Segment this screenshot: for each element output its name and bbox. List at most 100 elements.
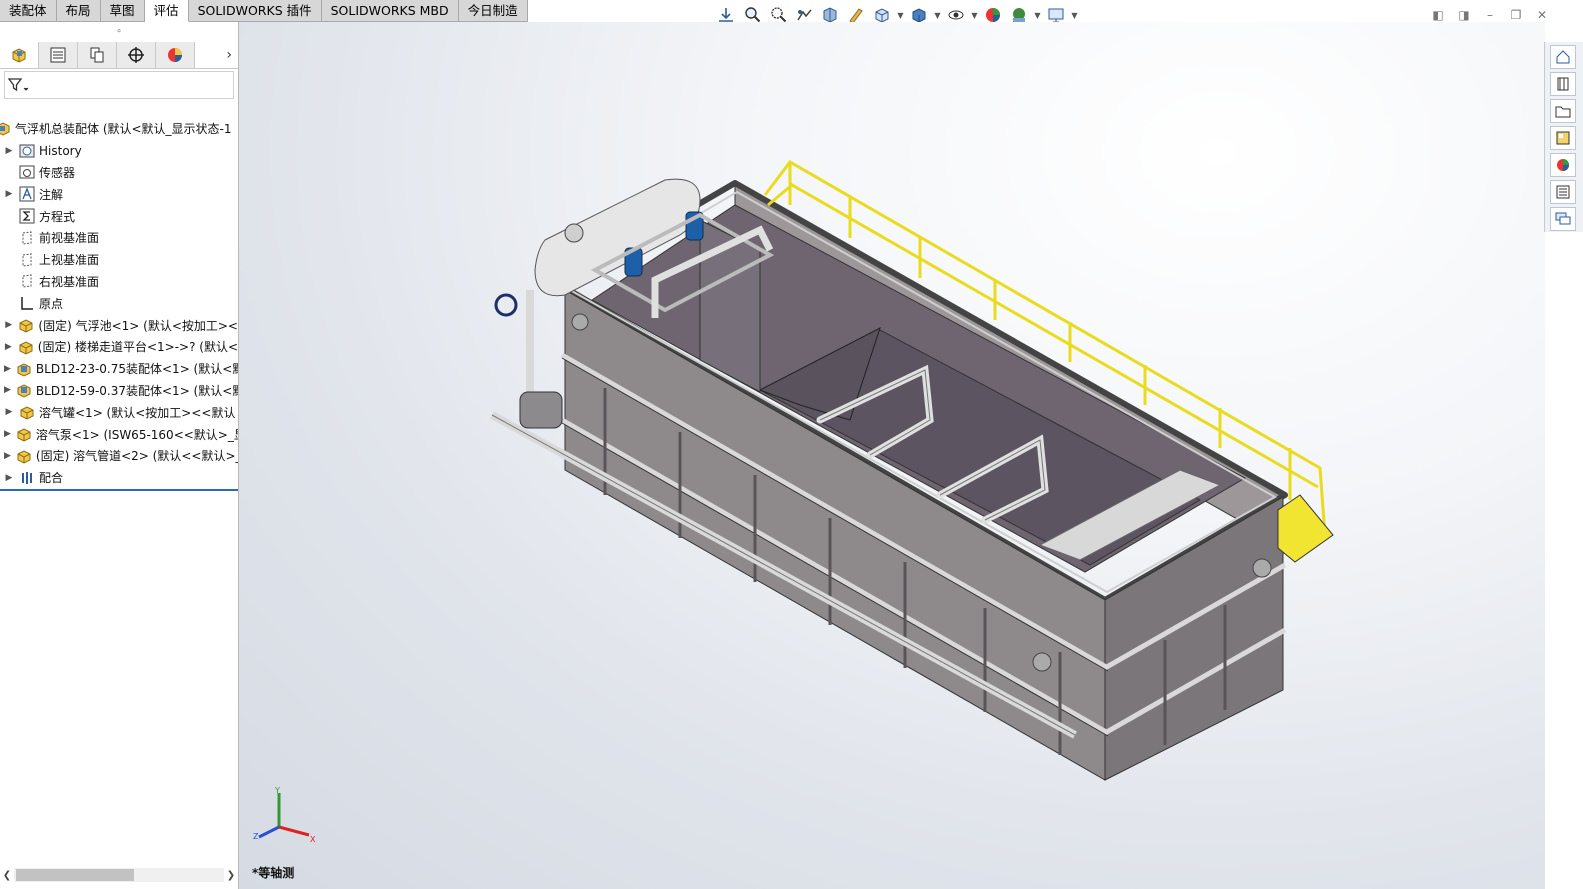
chevron-down-icon[interactable]: ▼	[970, 11, 979, 20]
task-pane	[1544, 42, 1583, 232]
coordinate-triad: Y X Z	[253, 787, 316, 844]
tree-item-label: 配合	[39, 471, 64, 486]
part-icon	[17, 338, 35, 356]
expand-arrow-icon[interactable]: ▶	[4, 451, 11, 461]
appearance-icon	[168, 48, 182, 62]
plane-icon	[18, 272, 36, 290]
tree-rollback-bar[interactable]	[0, 489, 238, 491]
tab-solidworks-addins[interactable]: SOLIDWORKS 插件	[188, 0, 322, 22]
property-manager-tab[interactable]	[39, 42, 78, 68]
tree-item[interactable]: ▶ 溶气罐<1> (默认<按加工><<默认	[0, 401, 238, 423]
assembly-icon	[15, 381, 33, 399]
file-explorer-icon[interactable]	[1550, 99, 1576, 123]
tree-item[interactable]: ▶ 溶气泵<1> (ISW65-160<<默认>_显	[0, 423, 238, 445]
scroll-track[interactable]	[14, 868, 224, 882]
tab-make-today[interactable]: 今日制造	[458, 0, 528, 22]
expand-arrow-icon[interactable]: ▶	[4, 342, 13, 352]
assembly-icon	[15, 360, 33, 378]
expand-arrow-icon[interactable]: ▶	[4, 189, 14, 199]
tree-item[interactable]: 原点	[0, 292, 238, 314]
triad-x-label: X	[310, 835, 316, 844]
graphics-area[interactable]: Y X Z *等轴测	[239, 22, 1545, 889]
chevron-left-icon[interactable]: ❮	[0, 870, 14, 881]
design-library-icon[interactable]	[1550, 72, 1576, 96]
expand-arrow-icon[interactable]: ▶	[4, 385, 11, 395]
tree-item-label: History	[39, 143, 82, 158]
tree-item[interactable]: ▶ 注解	[0, 183, 238, 205]
tree-item[interactable]: 方程式	[0, 205, 238, 227]
tab-assembly[interactable]: 装配体	[0, 0, 57, 22]
chevron-down-icon[interactable]: ▼	[933, 11, 942, 20]
scroll-thumb[interactable]	[16, 869, 134, 881]
tab-layout[interactable]: 布局	[56, 0, 101, 22]
dimxpert-manager-tab[interactable]	[117, 42, 156, 68]
expand-arrow-icon[interactable]: ▶	[4, 407, 14, 417]
tree-item[interactable]: 传感器	[0, 162, 238, 184]
tree-item[interactable]: ▶ (固定) 气浮池<1> (默认<按加工><	[0, 314, 238, 336]
flotation-machine-model[interactable]	[239, 22, 1545, 889]
tab-evaluate[interactable]: 评估	[144, 0, 189, 22]
view-orientation-label: *等轴测	[252, 866, 295, 880]
tree-item[interactable]: ▶ 配合	[0, 467, 238, 489]
forum-icon[interactable]	[1550, 207, 1576, 231]
tree-item-label: 原点	[39, 296, 64, 311]
chevron-right-icon[interactable]: ❯	[224, 870, 238, 881]
property-list-icon	[50, 47, 66, 63]
chevron-right-icon[interactable]: ›	[195, 42, 238, 68]
display-manager-tab[interactable]	[156, 42, 195, 68]
configuration-manager-tab[interactable]	[78, 42, 117, 68]
tree-item[interactable]: 右视基准面	[0, 271, 238, 293]
tree-item[interactable]: ▶ (固定) 楼梯走道平台<1>->? (默认<	[0, 336, 238, 358]
tree-item-label: 方程式	[39, 209, 76, 224]
horizontal-scrollbar[interactable]: ❮ ❯	[0, 867, 238, 883]
equation-icon	[18, 207, 36, 225]
view-palette-icon[interactable]	[1550, 126, 1576, 150]
part-icon	[15, 425, 33, 443]
custom-properties-icon[interactable]	[1550, 180, 1576, 204]
expand-arrow-icon[interactable]: ▶	[4, 364, 11, 374]
chevron-down-icon[interactable]: ▼	[1070, 11, 1079, 20]
tree-item-label: BLD12-59-0.37装配体<1> (默认<默	[35, 383, 238, 398]
pane-grip-handle[interactable]: ⚬	[0, 22, 238, 42]
configuration-icon	[90, 47, 104, 63]
tree-item[interactable]: ▶ (固定) 溶气管道<2> (默认<<默认>_	[0, 445, 238, 467]
part-icon	[17, 316, 35, 334]
expand-arrow-icon[interactable]: ▶	[4, 146, 14, 156]
annotation-icon	[18, 185, 36, 203]
triad-z-label: Z	[253, 832, 259, 841]
tree-item[interactable]: 上视基准面	[0, 249, 238, 271]
tree-item-label: (固定) 楼梯走道平台<1>->? (默认<	[37, 340, 238, 355]
history-icon	[18, 142, 36, 160]
tree-item[interactable]: ▶ BLD12-23-0.75装配体<1> (默认<默	[0, 358, 238, 380]
origin-icon	[18, 294, 36, 312]
expand-arrow-icon[interactable]: ▶	[4, 429, 11, 439]
part-icon	[18, 403, 36, 421]
feature-manager-tab[interactable]	[0, 42, 39, 68]
crosshair-icon	[128, 47, 144, 63]
appearances-icon[interactable]	[1550, 153, 1576, 177]
tree-item-label: 右视基准面	[39, 274, 100, 289]
expand-arrow-icon[interactable]: ▶	[4, 320, 13, 330]
tree-item[interactable]: ▶ History	[0, 140, 238, 162]
tab-solidworks-mbd[interactable]: SOLIDWORKS MBD	[321, 0, 459, 22]
tree-root-assembly[interactable]: 气浮机总装配体 (默认<默认_显示状态-1	[0, 118, 238, 140]
chevron-down-icon[interactable]: ▼	[896, 11, 905, 20]
mates-icon	[18, 469, 36, 487]
tree-item-label: 注解	[39, 187, 64, 202]
expand-arrow-icon[interactable]: ▶	[4, 473, 14, 483]
tree-filter[interactable]	[4, 71, 234, 99]
chevron-down-icon[interactable]: ▼	[1033, 11, 1042, 20]
tree-item[interactable]: ▶ BLD12-59-0.37装配体<1> (默认<默	[0, 380, 238, 402]
tree-item[interactable]: 前视基准面	[0, 227, 238, 249]
filter-icon	[7, 78, 29, 92]
tree-item-label: BLD12-23-0.75装配体<1> (默认<默	[35, 362, 238, 377]
tree-item-label: 传感器	[39, 165, 76, 180]
tree-item-label: 上视基准面	[39, 253, 100, 268]
tab-sketch[interactable]: 草图	[100, 0, 145, 22]
home-icon[interactable]	[1550, 45, 1576, 69]
tree-item-label: (固定) 溶气管道<2> (默认<<默认>_	[35, 449, 238, 464]
manager-tabs: ›	[0, 42, 238, 69]
plane-icon	[18, 251, 36, 269]
tree-item-label: 溶气泵<1> (ISW65-160<<默认>_显	[35, 427, 238, 442]
assembly-icon	[0, 120, 12, 138]
